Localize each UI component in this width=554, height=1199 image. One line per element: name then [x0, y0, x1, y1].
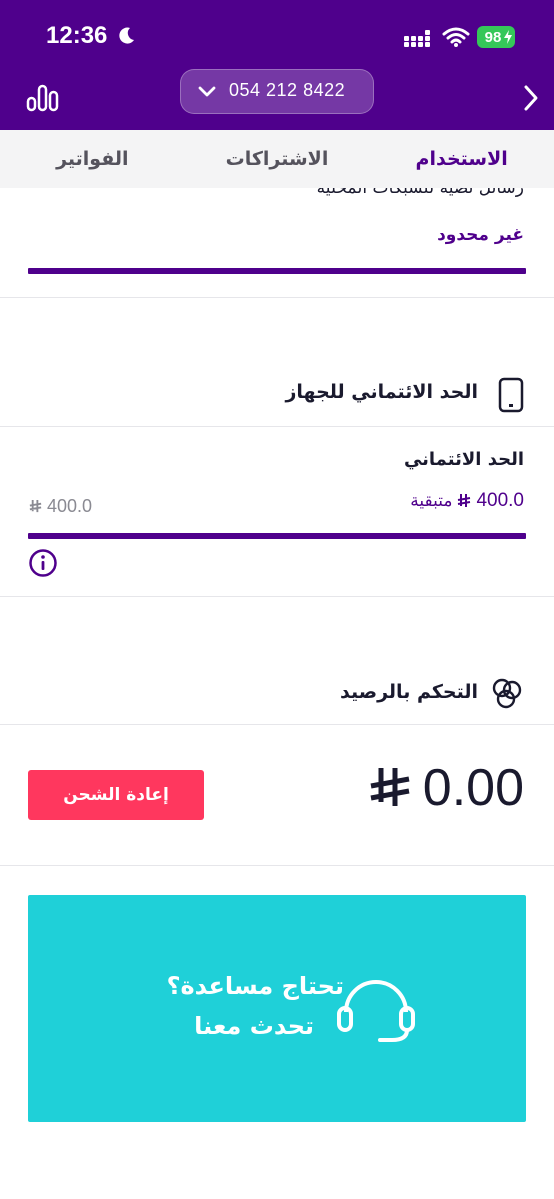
- usage-item-value: غير محدود: [437, 225, 524, 245]
- chevron-down-icon: [198, 86, 216, 97]
- balance-value: 0.00: [422, 759, 524, 817]
- credit-limit-label: الحد الائتماني: [403, 449, 524, 470]
- recharge-button[interactable]: إعادة الشحن: [28, 770, 204, 820]
- info-icon[interactable]: [28, 548, 58, 578]
- credit-remaining: 400.0 متبقية: [410, 490, 524, 512]
- phone-number: 054 212 8422: [229, 80, 346, 100]
- divider: [0, 724, 554, 725]
- tab-bar: الاستخدام الاشتراكات الفواتير: [0, 130, 554, 188]
- balance-control-title: التحكم بالرصيد: [340, 681, 478, 703]
- phone-number-selector[interactable]: 054 212 8422: [180, 69, 374, 114]
- riyal-icon: [370, 768, 410, 806]
- signal-icon: [404, 30, 430, 47]
- charging-icon: [504, 30, 512, 44]
- divider: [0, 426, 554, 427]
- credit-progress-bar: [28, 533, 526, 539]
- credit-total: 400.0: [28, 496, 92, 517]
- credit-remaining-amount: 400.0: [476, 490, 524, 511]
- battery-level: 98: [484, 28, 502, 46]
- help-card[interactable]: [28, 895, 526, 1122]
- usage-chart-icon[interactable]: [26, 82, 60, 112]
- tab-usage[interactable]: الاستخدام: [369, 130, 554, 188]
- wifi-icon: [442, 27, 470, 47]
- top-bar: 12:36 98 054 212 8422: [0, 0, 554, 130]
- help-question: تحتاج مساعدة؟: [166, 972, 344, 1000]
- battery-indicator: 98: [477, 26, 515, 48]
- headset-icon: [337, 980, 415, 1042]
- tab-bills[interactable]: الفواتير: [0, 130, 185, 188]
- credit-remaining-suffix: متبقية: [410, 491, 453, 511]
- chevron-right-icon[interactable]: [522, 84, 540, 112]
- balance-control-icon: [492, 678, 522, 709]
- riyal-icon: [458, 494, 471, 507]
- credit-limit-title: الحد الائتماني للجهاز: [285, 381, 478, 403]
- usage-progress-bar: [28, 268, 526, 274]
- riyal-icon: [29, 499, 42, 513]
- tab-subscriptions[interactable]: الاشتراكات: [185, 130, 370, 188]
- status-time: 12:36: [46, 22, 108, 49]
- divider: [0, 596, 554, 597]
- credit-total-amount: 400.0: [47, 496, 93, 516]
- divider: [0, 297, 554, 298]
- divider: [0, 865, 554, 866]
- help-chat-link[interactable]: تحدث معنا: [194, 1012, 314, 1040]
- mobile-device-icon: [498, 377, 524, 413]
- moon-icon: [119, 27, 134, 44]
- balance-amount: 0.00: [367, 758, 524, 818]
